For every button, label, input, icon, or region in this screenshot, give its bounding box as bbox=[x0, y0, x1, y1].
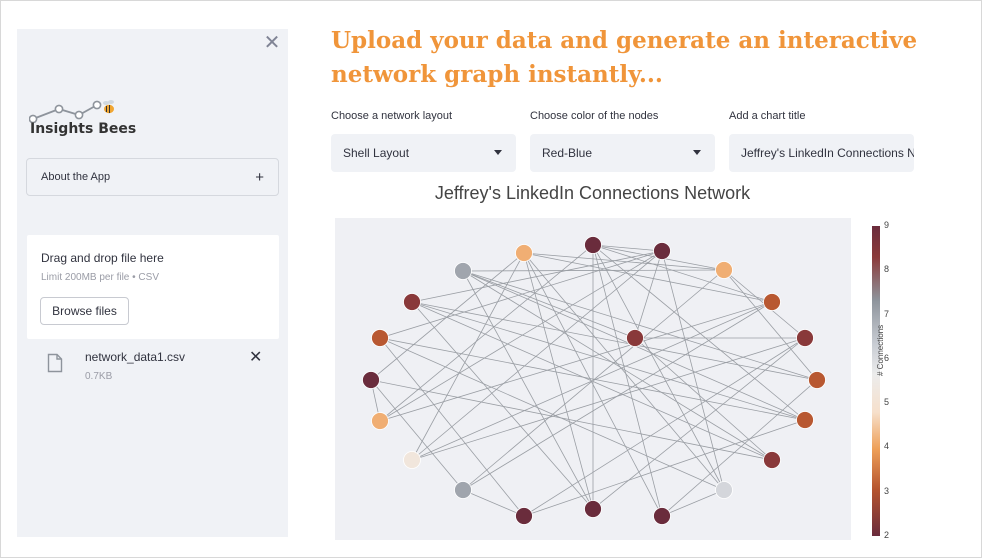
graph-edge bbox=[592, 244, 725, 491]
layout-select-value: Shell Layout bbox=[343, 146, 410, 160]
graph-edge bbox=[411, 301, 806, 421]
graph-edge bbox=[411, 250, 663, 461]
graph-edge bbox=[411, 250, 663, 303]
color-select-label: Choose color of the nodes bbox=[530, 110, 659, 122]
file-size: 0.7KB bbox=[85, 371, 113, 382]
chart-title-input-label: Add a chart title bbox=[729, 110, 806, 122]
graph-edge bbox=[634, 337, 773, 461]
about-app-expander[interactable]: About the App + bbox=[26, 158, 279, 196]
colorbar-tick-label: 9 bbox=[884, 220, 890, 230]
network-graph[interactable] bbox=[335, 218, 851, 540]
graph-node[interactable] bbox=[403, 293, 421, 311]
graph-edge bbox=[661, 489, 725, 517]
graph-node[interactable] bbox=[515, 244, 533, 262]
graph-edge bbox=[370, 379, 464, 491]
plus-icon: + bbox=[255, 168, 264, 186]
file-uploader-dropzone[interactable]: Drag and drop file here Limit 200MB per … bbox=[27, 235, 279, 339]
page-headline: Upload your data and generate an interac… bbox=[331, 27, 918, 88]
graph-edge bbox=[411, 337, 806, 461]
graph-node[interactable] bbox=[403, 451, 421, 469]
layout-select-label: Choose a network layout bbox=[331, 110, 453, 122]
graph-node[interactable] bbox=[763, 451, 781, 469]
colorbar-title: # Connections bbox=[876, 324, 885, 376]
graph-edge bbox=[379, 337, 725, 491]
file-icon bbox=[47, 353, 63, 373]
graph-node[interactable] bbox=[454, 481, 472, 499]
chevron-down-icon bbox=[494, 150, 502, 155]
logo: Insights Bees bbox=[29, 97, 139, 145]
graph-node[interactable] bbox=[584, 500, 602, 518]
graph-node[interactable] bbox=[515, 507, 533, 525]
graph-node[interactable] bbox=[626, 329, 644, 347]
graph-node[interactable] bbox=[653, 242, 671, 260]
graph-node[interactable] bbox=[715, 261, 733, 279]
graph-edge bbox=[411, 301, 818, 381]
graph-edge bbox=[723, 269, 818, 381]
graph-node[interactable] bbox=[715, 481, 733, 499]
file-name: network_data1.csv bbox=[85, 350, 186, 364]
graph-node[interactable] bbox=[371, 329, 389, 347]
color-select-value: Red-Blue bbox=[542, 146, 593, 160]
graph-edge bbox=[523, 252, 725, 271]
layout-select[interactable]: Shell Layout bbox=[331, 134, 516, 172]
graph-node[interactable] bbox=[362, 371, 380, 389]
colorbar-tick-label: 5 bbox=[884, 397, 890, 408]
dropzone-title: Drag and drop file here bbox=[41, 251, 164, 265]
remove-file-icon[interactable]: ✕ bbox=[249, 347, 262, 366]
chart-title-input[interactable] bbox=[729, 134, 914, 172]
chart-title: Jeffrey's LinkedIn Connections Network bbox=[434, 183, 751, 203]
colorbar-tick-label: 3 bbox=[884, 485, 890, 496]
dropzone-limit: Limit 200MB per file • CSV bbox=[41, 272, 159, 283]
colorbar bbox=[872, 226, 880, 536]
graph-edge bbox=[592, 244, 773, 303]
graph-edge bbox=[462, 489, 525, 517]
about-app-label: About the App bbox=[41, 171, 111, 183]
colorbar-tick-label: 7 bbox=[884, 308, 890, 319]
graph-edge bbox=[523, 252, 594, 510]
graph-node[interactable] bbox=[808, 371, 826, 389]
graph-edge bbox=[523, 252, 773, 303]
logo-graph-icon bbox=[29, 100, 114, 123]
graph-node[interactable] bbox=[371, 412, 389, 430]
colorbar-tick-label: 8 bbox=[884, 264, 890, 275]
browse-files-button[interactable]: Browse files bbox=[40, 297, 129, 325]
close-sidebar-icon[interactable]: ✕ bbox=[261, 30, 283, 54]
colorbar-tick-label: 2 bbox=[884, 530, 890, 540]
graph-node[interactable] bbox=[584, 236, 602, 254]
graph-edge bbox=[411, 252, 525, 461]
graph-edge bbox=[379, 337, 525, 517]
graph-node[interactable] bbox=[454, 262, 472, 280]
graph-node[interactable] bbox=[763, 293, 781, 311]
graph-edge bbox=[462, 269, 725, 272]
logo-text: Insights Bees bbox=[30, 121, 137, 137]
graph-node[interactable] bbox=[653, 507, 671, 525]
graph-node[interactable] bbox=[796, 411, 814, 429]
uploaded-file-item: network_data1.csv 0.7KB ✕ bbox=[27, 345, 279, 389]
colorbar-tick-label: 4 bbox=[884, 441, 890, 452]
color-select[interactable]: Red-Blue bbox=[530, 134, 715, 172]
graph-node[interactable] bbox=[796, 329, 814, 347]
graph-edge bbox=[523, 419, 806, 517]
sidebar: ✕ Insights Bees About the App + Drag and… bbox=[17, 29, 288, 537]
chevron-down-icon bbox=[693, 150, 701, 155]
